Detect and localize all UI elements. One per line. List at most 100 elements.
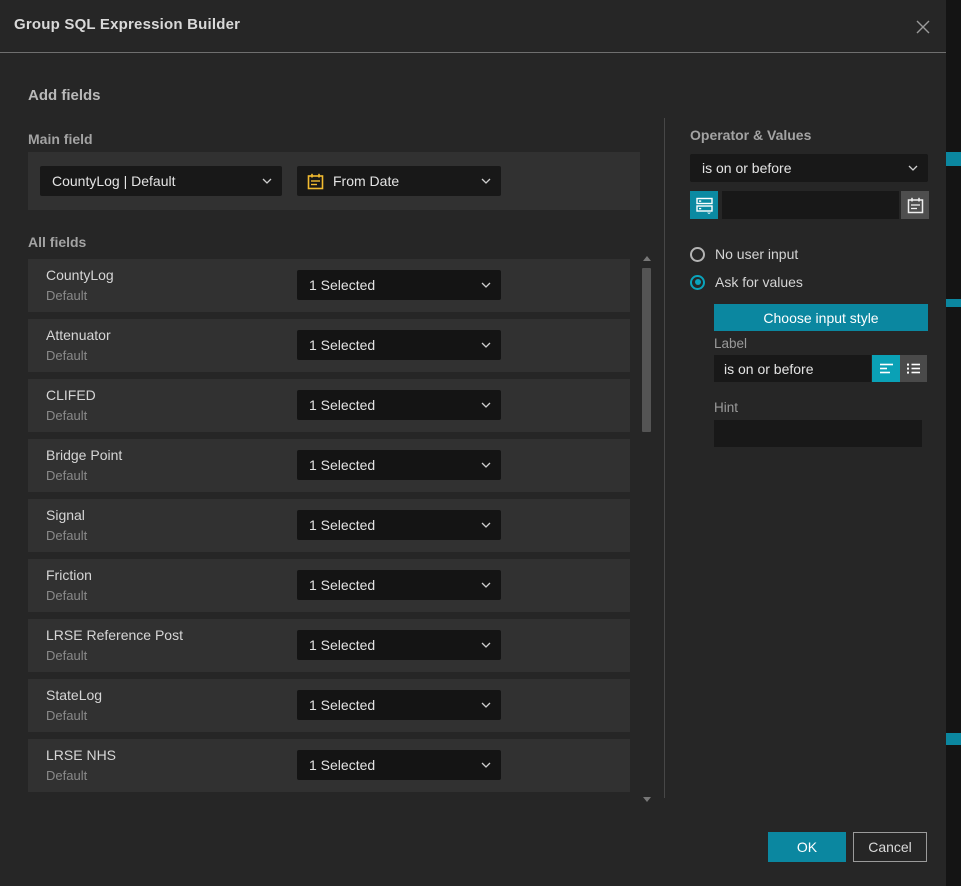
- bulleted-list-icon: [906, 362, 921, 375]
- selected-values-dropdown[interactable]: 1 Selected: [297, 750, 501, 780]
- field-name: StateLog: [46, 687, 102, 703]
- main-field-select-dropdown[interactable]: From Date: [297, 166, 501, 196]
- selected-values-dropdown[interactable]: 1 Selected: [297, 690, 501, 720]
- field-name: LRSE Reference Post: [46, 627, 183, 643]
- selected-count: 1 Selected: [297, 757, 481, 773]
- calendar-icon: [907, 197, 924, 214]
- ok-button[interactable]: OK: [768, 832, 846, 862]
- input-style-toggle-button[interactable]: [690, 191, 718, 219]
- all-fields-label: All fields: [28, 234, 86, 250]
- radio-ask-for-values[interactable]: Ask for values: [690, 274, 803, 290]
- field-sublabel: Default: [46, 288, 87, 303]
- main-field-select-value: From Date: [324, 173, 481, 189]
- field-name: Friction: [46, 567, 92, 583]
- field-row-lrse-reference-post: LRSE Reference Post Default 1 Selected: [28, 619, 630, 672]
- field-name: Attenuator: [46, 327, 111, 343]
- field-sublabel: Default: [46, 588, 87, 603]
- close-button[interactable]: [912, 16, 934, 38]
- radio-label: Ask for values: [715, 274, 803, 290]
- operator-value: is on or before: [690, 160, 908, 176]
- scrollbar-down-arrow-icon[interactable]: [643, 797, 651, 802]
- list-style-button[interactable]: [900, 355, 927, 382]
- selected-count: 1 Selected: [297, 697, 481, 713]
- add-fields-heading: Add fields: [28, 87, 101, 104]
- chevron-down-icon: [481, 582, 491, 588]
- selected-values-dropdown[interactable]: 1 Selected: [297, 450, 501, 480]
- chevron-down-icon: [262, 178, 272, 184]
- main-field-panel: CountyLog | Default From Date: [28, 152, 640, 210]
- field-sublabel: Default: [46, 768, 87, 783]
- selected-values-dropdown[interactable]: 1 Selected: [297, 330, 501, 360]
- list-scrollbar[interactable]: [642, 256, 651, 802]
- chevron-down-icon: [481, 522, 491, 528]
- background-fragment: [946, 152, 961, 166]
- chevron-down-icon: [481, 762, 491, 768]
- cancel-button[interactable]: Cancel: [853, 832, 927, 862]
- layer-select-dropdown[interactable]: CountyLog | Default: [40, 166, 282, 196]
- radio-selected-icon: [690, 275, 705, 290]
- scrollbar-up-arrow-icon[interactable]: [643, 256, 651, 261]
- selected-count: 1 Selected: [297, 397, 481, 413]
- field-sublabel: Default: [46, 408, 87, 423]
- field-sublabel: Default: [46, 468, 87, 483]
- radio-unselected-icon: [690, 247, 705, 262]
- align-left-icon: [879, 362, 894, 375]
- selected-values-dropdown[interactable]: 1 Selected: [297, 510, 501, 540]
- operator-dropdown[interactable]: is on or before: [690, 154, 928, 182]
- dialog-titlebar: Group SQL Expression Builder: [0, 0, 946, 52]
- title-divider: [0, 52, 946, 53]
- selected-values-dropdown[interactable]: 1 Selected: [297, 390, 501, 420]
- field-row-attenuator: Attenuator Default 1 Selected: [28, 319, 630, 372]
- label-caption: Label: [714, 336, 747, 351]
- chevron-down-icon: [908, 165, 918, 171]
- background-fragment: [946, 733, 961, 745]
- field-row-friction: Friction Default 1 Selected: [28, 559, 630, 612]
- field-name: LRSE NHS: [46, 747, 116, 763]
- selected-count: 1 Selected: [297, 637, 481, 653]
- selected-count: 1 Selected: [297, 577, 481, 593]
- selected-count: 1 Selected: [297, 457, 481, 473]
- operator-values-heading: Operator & Values: [690, 127, 811, 143]
- field-name: CountyLog: [46, 267, 114, 283]
- background-fragment: [946, 299, 961, 307]
- field-name: Bridge Point: [46, 447, 122, 463]
- selected-count: 1 Selected: [297, 517, 481, 533]
- date-picker-button[interactable]: [901, 191, 929, 219]
- hint-caption: Hint: [714, 400, 738, 415]
- main-field-label: Main field: [28, 131, 93, 147]
- label-input[interactable]: [714, 355, 871, 382]
- field-row-countylog: CountyLog Default 1 Selected: [28, 259, 630, 312]
- radio-no-user-input[interactable]: No user input: [690, 246, 798, 262]
- chevron-down-icon: [481, 342, 491, 348]
- field-row-clifed: CLIFED Default 1 Selected: [28, 379, 630, 432]
- close-icon: [914, 18, 932, 36]
- scrollbar-thumb[interactable]: [642, 268, 651, 432]
- chevron-down-icon: [481, 402, 491, 408]
- field-row-bridge-point: Bridge Point Default 1 Selected: [28, 439, 630, 492]
- hint-input[interactable]: [714, 420, 922, 447]
- field-row-signal: Signal Default 1 Selected: [28, 499, 630, 552]
- field-sublabel: Default: [46, 528, 87, 543]
- field-sublabel: Default: [46, 708, 87, 723]
- radio-label: No user input: [715, 246, 798, 262]
- field-row-lrse-nhs: LRSE NHS Default 1 Selected: [28, 739, 630, 792]
- date-value-input[interactable]: [722, 191, 899, 219]
- input-style-icon: [696, 197, 713, 214]
- single-line-style-button[interactable]: [872, 355, 900, 382]
- group-sql-expression-builder-dialog: Group SQL Expression Builder Add fields …: [0, 0, 946, 886]
- selected-values-dropdown[interactable]: 1 Selected: [297, 630, 501, 660]
- field-sublabel: Default: [46, 648, 87, 663]
- selected-values-dropdown[interactable]: 1 Selected: [297, 270, 501, 300]
- selected-count: 1 Selected: [297, 337, 481, 353]
- choose-input-style-button[interactable]: Choose input style: [714, 304, 928, 331]
- selected-values-dropdown[interactable]: 1 Selected: [297, 570, 501, 600]
- chevron-down-icon: [481, 282, 491, 288]
- calendar-icon: [307, 173, 324, 190]
- chevron-down-icon: [481, 462, 491, 468]
- field-row-statelog: StateLog Default 1 Selected: [28, 679, 630, 732]
- chevron-down-icon: [481, 702, 491, 708]
- chevron-down-icon: [481, 178, 491, 184]
- selected-count: 1 Selected: [297, 277, 481, 293]
- dialog-title: Group SQL Expression Builder: [14, 16, 240, 33]
- field-name: Signal: [46, 507, 85, 523]
